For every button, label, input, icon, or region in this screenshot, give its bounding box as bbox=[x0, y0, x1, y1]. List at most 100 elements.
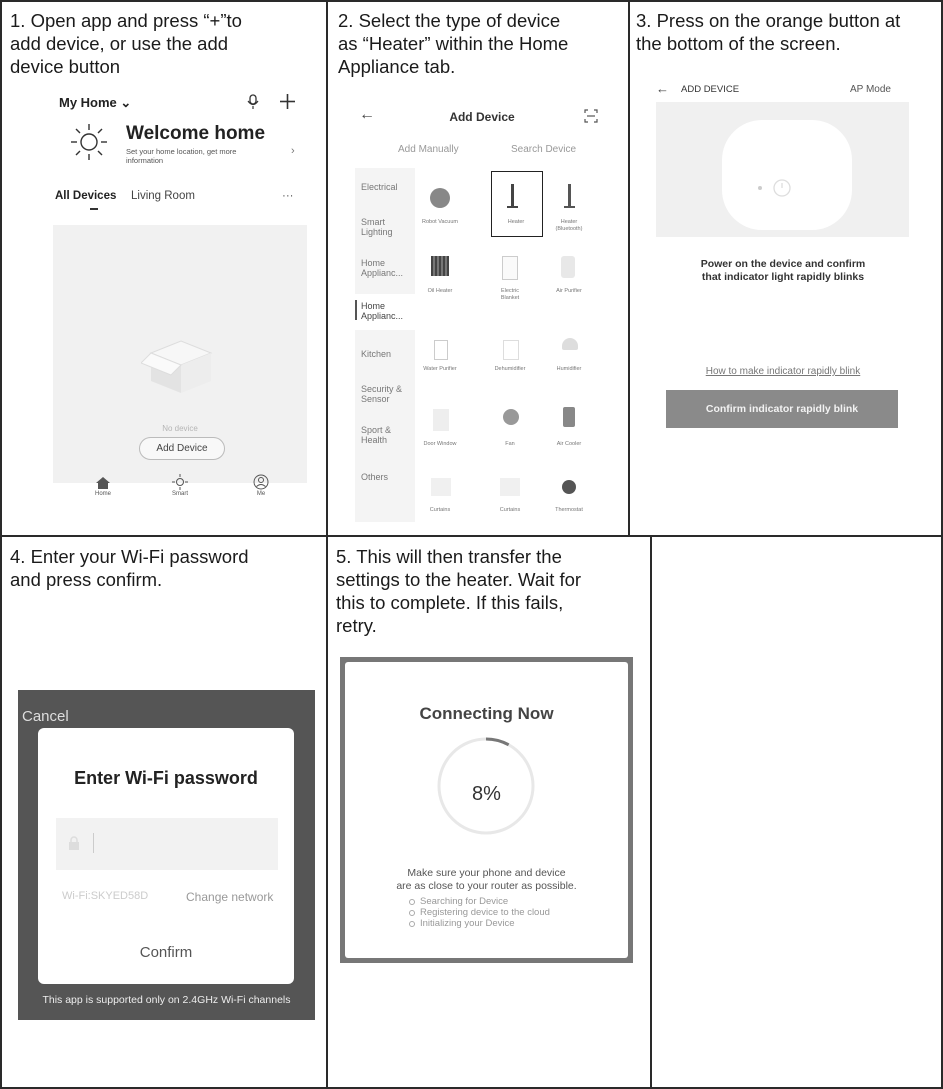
door-window-icon[interactable] bbox=[433, 409, 449, 431]
wifi-support-note: This app is supported only on 2.4GHz Wi-… bbox=[42, 994, 291, 1006]
humidifier-icon[interactable] bbox=[562, 338, 578, 350]
curtains-icon-2[interactable] bbox=[500, 478, 520, 496]
robot-vacuum-icon[interactable] bbox=[430, 188, 450, 208]
tab-living-room[interactable]: Living Room bbox=[131, 190, 195, 202]
screenshot-add-device: ← Add Device Add Manually Search Device … bbox=[355, 98, 609, 522]
category-kitchen[interactable]: Kitchen bbox=[361, 349, 391, 359]
add-device-heading: ADD DEVICE bbox=[681, 84, 740, 95]
wifi-ssid-label: Wi-Fi:SKYED58D bbox=[62, 890, 149, 902]
nav-me-label: Me bbox=[256, 491, 266, 497]
category-home-appliance-2[interactable]: Home Applianc... bbox=[361, 301, 403, 321]
wifi-password-field[interactable] bbox=[56, 818, 278, 870]
heater-selected-box[interactable] bbox=[491, 171, 543, 237]
air-purifier-icon[interactable] bbox=[561, 256, 575, 278]
ap-mode-link[interactable]: AP Mode bbox=[850, 84, 891, 95]
device-curtains-2: Curtains bbox=[499, 507, 521, 513]
category-home-appliance-1[interactable]: Home Applianc... bbox=[361, 258, 403, 278]
change-network-link[interactable]: Change network bbox=[186, 890, 273, 904]
blink-help-link[interactable]: How to make indicator rapidly blink bbox=[652, 366, 914, 377]
empty-box-icon bbox=[141, 340, 213, 393]
welcome-heading: Welcome home bbox=[126, 123, 266, 144]
heater-bluetooth-base bbox=[564, 206, 575, 208]
device-curtains-1: Curtains bbox=[429, 507, 451, 513]
water-purifier-icon[interactable] bbox=[434, 340, 448, 360]
wifi-password-dialog: Enter Wi-Fi password Wi-Fi:SKYED58D Chan… bbox=[38, 728, 294, 984]
dehumidifier-icon[interactable] bbox=[503, 340, 519, 360]
connecting-title: Connecting Now bbox=[419, 704, 554, 723]
add-device-button[interactable]: Add Device bbox=[139, 437, 225, 460]
wifi-dialog-title: Enter Wi-Fi password bbox=[74, 768, 258, 788]
device-electric-blanket: Electric Blanket bbox=[500, 288, 520, 301]
heater-icon bbox=[511, 184, 514, 206]
oil-heater-icon[interactable] bbox=[431, 256, 449, 276]
curtains-icon[interactable] bbox=[431, 478, 451, 496]
category-security-sensor[interactable]: Security & Sensor bbox=[361, 384, 402, 404]
step-2-text: 2. Select the type of device as “Heater”… bbox=[338, 10, 569, 77]
device-dehumidifier: Dehumidifier bbox=[494, 366, 526, 372]
connection-steps: Searching for Device Registering device … bbox=[408, 896, 550, 929]
row-divider bbox=[0, 535, 943, 537]
more-icon[interactable]: ··· bbox=[282, 190, 294, 202]
sun-icon bbox=[71, 124, 107, 160]
progress-percent: 8% bbox=[472, 783, 501, 805]
screenshot-home: My Home ⌄ Welcome home Set your home loc… bbox=[53, 85, 307, 513]
home-title[interactable]: My Home ⌄ bbox=[59, 95, 131, 111]
device-thermostat: Thermostat bbox=[555, 507, 583, 513]
device-heater-bluetooth: Heater (Bluetooth) bbox=[555, 219, 583, 232]
column-divider-1 bbox=[326, 0, 328, 1089]
power-on-instruction: Power on the device and confirm that ind… bbox=[700, 258, 866, 283]
table-top-border bbox=[0, 0, 943, 2]
table-left-border bbox=[0, 0, 2, 1089]
tab-add-manually[interactable]: Add Manually bbox=[398, 144, 459, 155]
confirm-button[interactable]: Confirm bbox=[38, 944, 294, 961]
device-air-cooler: Air Cooler bbox=[556, 441, 582, 447]
confirm-blink-button[interactable]: Confirm indicator rapidly blink bbox=[666, 390, 898, 428]
device-door-window: Door Window bbox=[423, 441, 457, 447]
category-sport-health[interactable]: Sport & Health bbox=[361, 425, 391, 445]
heater-bluetooth-icon[interactable] bbox=[568, 184, 571, 206]
microphone-icon[interactable] bbox=[246, 94, 260, 110]
category-others[interactable]: Others bbox=[361, 472, 388, 482]
column-divider-3 bbox=[650, 537, 652, 1089]
device-heater: Heater bbox=[507, 219, 525, 225]
heater-base bbox=[507, 206, 518, 208]
screenshot-connecting: Connecting Now 8% Make sure your phone a… bbox=[340, 657, 633, 963]
no-device-text: No device bbox=[162, 424, 198, 433]
category-electrical[interactable]: Electrical bbox=[361, 182, 398, 192]
air-cooler-icon[interactable] bbox=[563, 407, 575, 427]
device-illustration-icon bbox=[722, 120, 852, 230]
screenshot-wifi-password: Cancel Enter Wi-Fi password Wi-Fi:SKYED5… bbox=[18, 690, 315, 1020]
step-5-text: 5. This will then transfer the settings … bbox=[336, 546, 582, 636]
device-robot-vacuum: Robot Vacuum bbox=[422, 219, 458, 225]
back-arrow-icon[interactable]: ← bbox=[656, 81, 669, 96]
scan-icon[interactable] bbox=[584, 109, 598, 123]
electric-blanket-icon[interactable] bbox=[502, 256, 518, 280]
device-humidifier: Humidifier bbox=[556, 366, 582, 372]
welcome-subtext[interactable]: Set your home location, get more informa… bbox=[126, 147, 276, 165]
step-1-text: 1. Open app and press “+”to add device, … bbox=[10, 10, 242, 77]
category-smart-lighting[interactable]: Smart Lighting bbox=[361, 217, 393, 237]
device-water-purifier: Water Purifier bbox=[423, 366, 457, 372]
tab-all-devices[interactable]: All Devices bbox=[55, 190, 116, 202]
chevron-right-icon[interactable]: › bbox=[291, 145, 295, 157]
nav-smart-label: Smart bbox=[171, 491, 188, 497]
cancel-button[interactable]: Cancel bbox=[22, 708, 69, 725]
step-initializing: Initializing your Device bbox=[408, 918, 550, 929]
lock-icon bbox=[69, 836, 79, 850]
nav-home-label: Home bbox=[94, 491, 111, 497]
tab-search-device[interactable]: Search Device bbox=[511, 144, 576, 155]
step-3-text: 3. Press on the orange button at the bot… bbox=[636, 10, 901, 54]
plus-icon[interactable] bbox=[279, 93, 296, 110]
me-icon[interactable] bbox=[253, 474, 269, 490]
category-selected-marker bbox=[355, 300, 357, 320]
connecting-card: Connecting Now 8% Make sure your phone a… bbox=[345, 662, 628, 958]
home-icon[interactable] bbox=[95, 476, 111, 490]
fan-icon[interactable] bbox=[503, 409, 519, 425]
proximity-tip: Make sure your phone and device are as c… bbox=[396, 867, 577, 892]
smart-icon[interactable] bbox=[172, 474, 188, 490]
thermostat-icon[interactable] bbox=[562, 480, 576, 494]
tab-indicator bbox=[90, 208, 98, 210]
device-oil-heater: Oil Heater bbox=[427, 288, 453, 294]
device-air-purifier: Air Purifier bbox=[556, 288, 582, 294]
step-registering: Registering device to the cloud bbox=[408, 907, 550, 918]
